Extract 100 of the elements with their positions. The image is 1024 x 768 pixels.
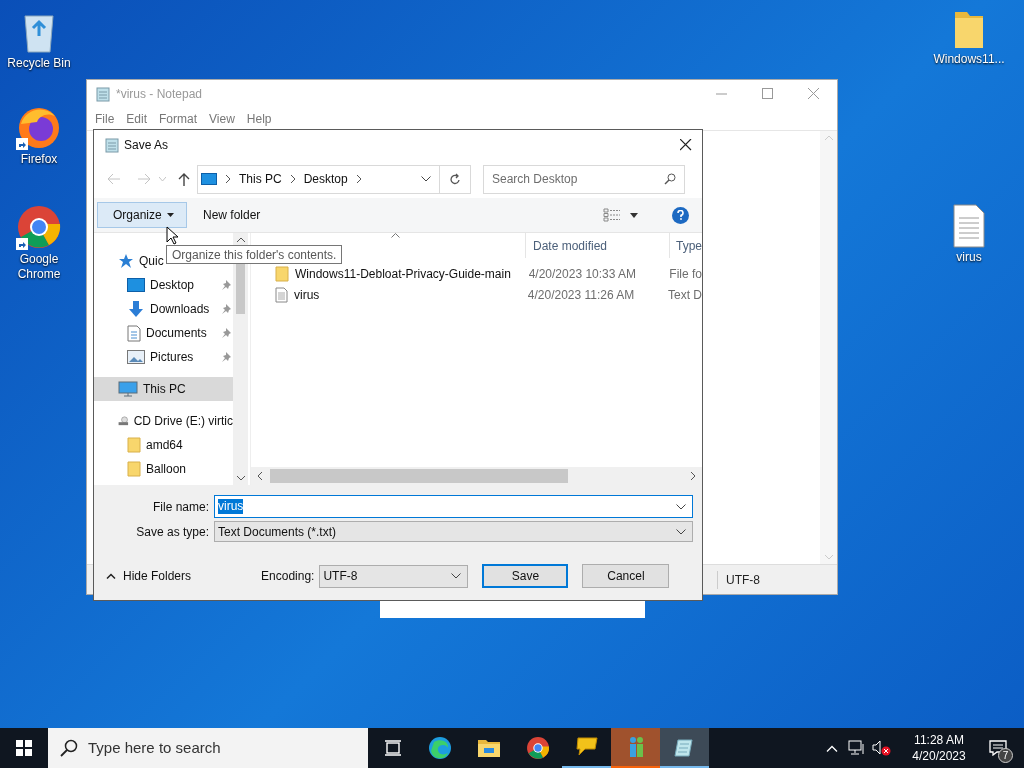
file-name-field[interactable]: virus [214, 495, 693, 518]
desktop-icon-label[interactable]: Windows11... [931, 52, 1007, 67]
pictures-icon [127, 350, 145, 364]
file-name: virus [294, 286, 320, 304]
menu-item[interactable]: Format [153, 110, 204, 128]
scroll-left-icon[interactable] [257, 472, 262, 480]
nav-item[interactable]: This PC [94, 377, 233, 401]
tooltip: Organize this folder's contents. [166, 245, 343, 264]
clock[interactable]: 11:28 AM 4/20/2023 [904, 732, 974, 764]
chevron-icon [225, 175, 231, 183]
download-icon [127, 300, 145, 318]
network-icon[interactable] [848, 740, 866, 756]
save-type-dropdown[interactable]: Text Documents (*.txt) [214, 521, 693, 542]
speech-bubble-icon[interactable] [574, 736, 599, 758]
date-cell-text: 4/20/2023 11:26 AM [526, 286, 636, 304]
hide-folders-button[interactable]: Hide Folders [106, 567, 192, 585]
nav-item[interactable]: Pictures [94, 345, 233, 369]
type-cell-text: Text D [667, 286, 702, 304]
help-icon[interactable] [672, 206, 689, 224]
muted-volume-icon[interactable] [872, 740, 892, 756]
caret-icon[interactable] [630, 212, 638, 218]
search-icon [60, 739, 78, 757]
nav-item[interactable]: Balloon [94, 457, 233, 481]
folder-icon[interactable] [476, 738, 501, 758]
desktop-icon-label[interactable]: Google Chrome [1, 252, 77, 282]
scroll-up-icon[interactable] [236, 237, 245, 242]
refresh-icon[interactable] [449, 172, 461, 186]
pin-icon [221, 352, 231, 362]
column-header[interactable]: Date modified [533, 236, 608, 255]
column-header[interactable]: Type [676, 236, 702, 255]
cancel-button[interactable]: Cancel [582, 564, 670, 588]
chrome-icon[interactable] [525, 736, 550, 760]
edge-icon[interactable] [427, 736, 452, 760]
organize-button[interactable]: Organize [97, 202, 187, 228]
field-label: Encoding: [261, 568, 315, 585]
pin-icon [221, 304, 231, 314]
file-row[interactable]: Windows11-Debloat-Privacy-Guide-main 4/20/2023 10:33 AM File fo [251, 263, 702, 284]
save-button[interactable]: Save [482, 564, 569, 588]
pin-icon [221, 280, 231, 290]
scroll-thumb[interactable] [270, 469, 568, 483]
text-file-icon[interactable] [952, 204, 986, 248]
chevron-icon [289, 175, 296, 183]
nav-item[interactable]: Desktop [94, 273, 233, 297]
desktop-icon-label[interactable]: Recycle Bin [1, 56, 77, 71]
pin-icon [221, 328, 231, 338]
new-folder-button[interactable]: New folder [203, 206, 261, 224]
maximize-icon[interactable] [762, 88, 774, 100]
caret-icon [166, 213, 174, 217]
nav-item[interactable]: Downloads [94, 297, 233, 321]
text-file-icon [275, 286, 288, 303]
menu-item[interactable]: Edit [120, 110, 154, 128]
search-field[interactable]: Search Desktop [483, 164, 685, 194]
desktop-icon [201, 173, 217, 185]
desktop-icon [127, 278, 145, 292]
chevron-icon [355, 175, 362, 183]
up-arrow-icon[interactable] [178, 172, 190, 186]
refresh-button[interactable] [440, 164, 471, 194]
window-title: *virus - Notepad [116, 86, 203, 103]
menu-item[interactable]: Help [240, 110, 278, 128]
address-bar[interactable]: This PC Desktop [197, 164, 440, 194]
nav-item[interactable]: amd64 [94, 433, 233, 457]
breadcrumb-item[interactable]: This PC [239, 170, 282, 188]
horizontal-scrollbar[interactable] [251, 467, 702, 485]
notepad-icon[interactable] [673, 736, 696, 758]
nav-item[interactable]: CD Drive (E:) virtic [94, 409, 233, 433]
date-cell-text: 4/20/2023 10:33 AM [527, 265, 638, 283]
nav-item[interactable]: Documents [94, 321, 233, 345]
close-icon[interactable] [680, 139, 692, 151]
dialog-title: Save As [124, 137, 169, 154]
status-encoding: UTF-8 [717, 570, 760, 589]
search-box[interactable]: Type here to search [48, 728, 368, 768]
chevron-up-icon[interactable] [826, 744, 838, 752]
windows-logo-icon [16, 740, 32, 756]
scroll-down-icon[interactable] [236, 476, 245, 481]
taskbar-button[interactable] [660, 728, 709, 768]
desktop-icon-label[interactable]: virus [931, 250, 1007, 265]
star-icon [118, 253, 134, 269]
menu-item[interactable]: File [89, 110, 121, 128]
notification-count: 7 [998, 748, 1013, 763]
computer-icon [118, 381, 138, 397]
menu-item[interactable]: View [203, 110, 241, 128]
field-label: Save as type: [135, 523, 210, 541]
field-label: File name: [151, 498, 210, 516]
breadcrumb-item[interactable]: Desktop [303, 170, 348, 188]
chrome-icon[interactable] [16, 204, 62, 250]
desktop-icon-label[interactable]: Firefox [1, 152, 77, 167]
folder-icon [275, 265, 289, 282]
search-icon[interactable] [664, 173, 676, 185]
scroll-right-icon[interactable] [691, 472, 696, 480]
chevron-up-icon [106, 573, 116, 579]
type-cell-text: File fo [668, 265, 702, 283]
encoding-dropdown[interactable]: UTF-8 [319, 564, 469, 588]
task-view-icon[interactable] [384, 740, 402, 756]
view-options-icon[interactable] [603, 208, 621, 222]
notification-button[interactable]: 7 [982, 728, 1014, 768]
file-name: Windows11-Debloat-Privacy-Guide-main [295, 265, 511, 283]
file-row[interactable]: virus 4/20/2023 11:26 AM Text D [251, 284, 702, 305]
folder-icon [127, 437, 141, 453]
notepad-icon [104, 137, 120, 153]
notepad-icon [95, 86, 111, 102]
